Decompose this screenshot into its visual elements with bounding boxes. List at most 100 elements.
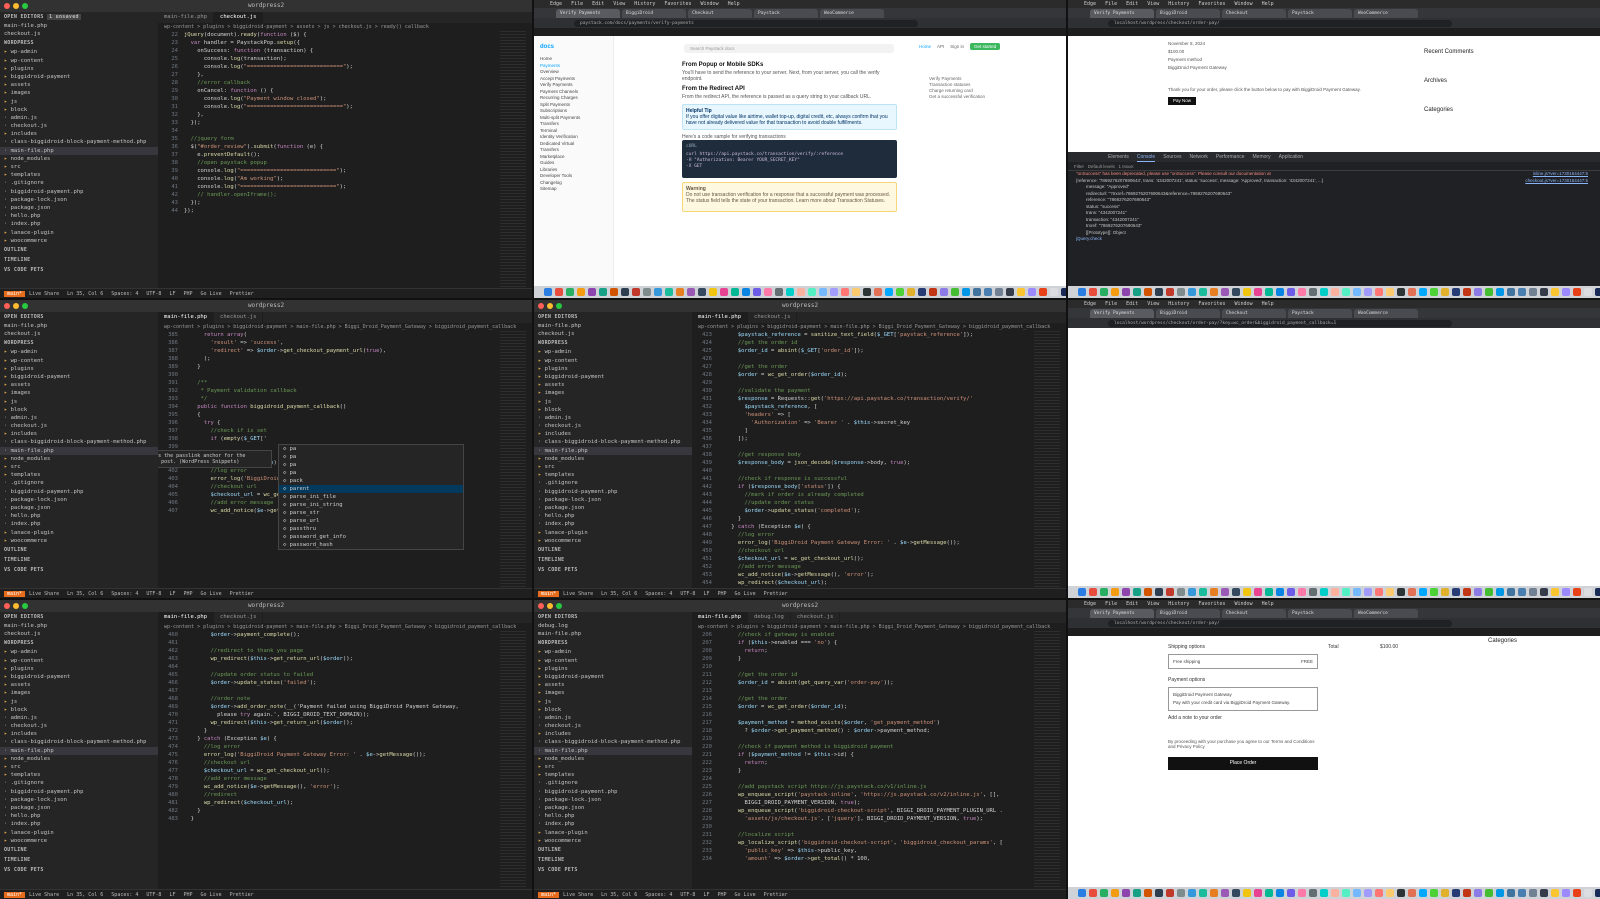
file-tree-item[interactable]: · class-biggidroid-block-payment-method.…: [0, 738, 158, 746]
file-tree-item[interactable]: · admin.js: [534, 414, 692, 422]
timeline-section[interactable]: TIMELINE: [0, 255, 158, 265]
app-icon[interactable]: [1133, 288, 1141, 296]
file-tree-item[interactable]: ▸ js: [534, 398, 692, 406]
file-tree-item[interactable]: ▸ node_modules: [0, 155, 158, 163]
encoding[interactable]: UTF-8: [680, 591, 695, 597]
app-icon[interactable]: [1452, 588, 1460, 596]
outline-section[interactable]: OUTLINE: [0, 845, 158, 855]
app-icon[interactable]: [1155, 288, 1163, 296]
file-tree-item[interactable]: · class-biggidroid-block-payment-method.…: [534, 738, 692, 746]
code-editor[interactable]: 423 $paystack_reference = sanitize_text_…: [692, 331, 1066, 587]
place-order-button[interactable]: Place Order: [1168, 757, 1318, 770]
app-icon[interactable]: [698, 288, 706, 296]
app-icon[interactable]: [1166, 889, 1174, 897]
console-object[interactable]: {reference: '7869276207690643', trans: '…: [1076, 178, 1323, 183]
app-icon[interactable]: [742, 288, 750, 296]
minimap[interactable]: [500, 631, 526, 889]
open-editors-label[interactable]: OPEN EDITORS: [4, 14, 44, 20]
file-tree-item[interactable]: ▸ woocommerce: [0, 537, 158, 545]
file-tree-item[interactable]: ▸ includes: [534, 730, 692, 738]
app-icon[interactable]: [1111, 588, 1119, 596]
app-icon[interactable]: [1232, 889, 1240, 897]
close-dot[interactable]: [4, 303, 10, 309]
app-icon[interactable]: [1177, 588, 1185, 596]
app-icon[interactable]: [555, 288, 563, 296]
file-tree-item[interactable]: ▸ includes: [0, 430, 158, 438]
app-icon[interactable]: [1089, 588, 1097, 596]
app-icon[interactable]: [1595, 288, 1600, 296]
file-tree-item[interactable]: ▸ wp-content: [0, 57, 158, 65]
language-mode[interactable]: PHP: [183, 892, 192, 898]
tab-main-file-php[interactable]: main-file.php: [692, 312, 749, 323]
get-started-button[interactable]: Get started: [970, 43, 1001, 50]
code-lang-tab[interactable]: cURL: [686, 144, 893, 150]
file-tree-item[interactable]: ▸ assets: [0, 81, 158, 89]
close-dot[interactable]: [538, 603, 544, 609]
app-icon[interactable]: [1199, 889, 1207, 897]
file-tree-item[interactable]: ▸ includes: [0, 730, 158, 738]
app-icon[interactable]: [1144, 588, 1152, 596]
prettier-status[interactable]: Prettier: [764, 591, 788, 597]
open-editor-js[interactable]: checkout.js: [0, 630, 158, 638]
file-tree-item[interactable]: ▸ node_modules: [0, 455, 158, 463]
indentation[interactable]: Spaces: 4: [645, 591, 672, 597]
app-icon[interactable]: [1331, 889, 1339, 897]
app-icon[interactable]: [1584, 288, 1592, 296]
language-mode[interactable]: PHP: [717, 892, 726, 898]
file-tree-item[interactable]: · hello.php: [0, 212, 158, 220]
app-icon[interactable]: [1430, 588, 1438, 596]
open-editor-php[interactable]: main-file.php: [0, 622, 158, 630]
file-tree-item[interactable]: · index.php: [534, 820, 692, 828]
app-icon[interactable]: [1199, 588, 1207, 596]
app-icon[interactable]: [632, 288, 640, 296]
file-tree-item[interactable]: ▸ biggidroid-payment: [0, 73, 158, 81]
browser-tab[interactable]: WooCommerce: [1354, 309, 1418, 318]
file-tree-item[interactable]: ▸ block: [0, 106, 158, 114]
app-icon[interactable]: [577, 288, 585, 296]
app-icon[interactable]: [1397, 588, 1405, 596]
file-tree-item[interactable]: · package.json: [534, 504, 692, 512]
close-dot[interactable]: [4, 603, 10, 609]
app-icon[interactable]: [1441, 288, 1449, 296]
app-icon[interactable]: [874, 288, 882, 296]
file-tree-item[interactable]: ▸ wp-admin: [0, 648, 158, 656]
file-tree-item[interactable]: ▸ lanace-plugin: [0, 829, 158, 837]
app-icon[interactable]: [1540, 588, 1548, 596]
app-icon[interactable]: [1529, 288, 1537, 296]
devtools-tab[interactable]: Elements: [1108, 152, 1129, 162]
file-tree-item[interactable]: · hello.php: [0, 812, 158, 820]
pets-section[interactable]: VS CODE PETS: [0, 565, 158, 575]
app-icon[interactable]: [1061, 288, 1066, 296]
app-icon[interactable]: [1342, 889, 1350, 897]
tab-debug-log[interactable]: debug.log: [748, 612, 791, 623]
file-tree-item[interactable]: · package.json: [0, 204, 158, 212]
file-tree-item[interactable]: · main-file.php: [534, 746, 692, 755]
pets-section[interactable]: VS CODE PETS: [534, 565, 692, 575]
app-icon[interactable]: [1177, 889, 1185, 897]
go-live-button[interactable]: Go Live: [201, 291, 222, 297]
timeline-section[interactable]: TIMELINE: [534, 555, 692, 565]
app-icon[interactable]: [984, 288, 992, 296]
app-icon[interactable]: [1595, 588, 1600, 596]
app-icon[interactable]: [786, 288, 794, 296]
app-icon[interactable]: [1276, 889, 1284, 897]
app-icon[interactable]: [1309, 588, 1317, 596]
app-icon[interactable]: [1529, 588, 1537, 596]
app-icon[interactable]: [1078, 288, 1086, 296]
app-icon[interactable]: [1419, 889, 1427, 897]
file-tree-item[interactable]: · class-biggidroid-block-payment-method.…: [0, 138, 158, 146]
app-icon[interactable]: [1078, 588, 1086, 596]
browser-tab[interactable]: Verify Payments: [1090, 9, 1154, 18]
go-live-button[interactable]: Go Live: [735, 892, 756, 898]
file-tree-item[interactable]: ▸ js: [0, 98, 158, 106]
app-icon[interactable]: [929, 288, 937, 296]
file-tree-item[interactable]: ▸ biggidroid-payment: [534, 673, 692, 681]
tab-main-file-php[interactable]: main-file.php: [692, 612, 749, 623]
app-icon[interactable]: [1243, 889, 1251, 897]
app-icon[interactable]: [1463, 889, 1471, 897]
app-icon[interactable]: [1375, 889, 1383, 897]
open-editors-label[interactable]: OPEN EDITORS: [538, 314, 578, 320]
file-tree-item[interactable]: ▸ node_modules: [534, 755, 692, 763]
app-icon[interactable]: [1518, 588, 1526, 596]
app-icon[interactable]: [1397, 288, 1405, 296]
